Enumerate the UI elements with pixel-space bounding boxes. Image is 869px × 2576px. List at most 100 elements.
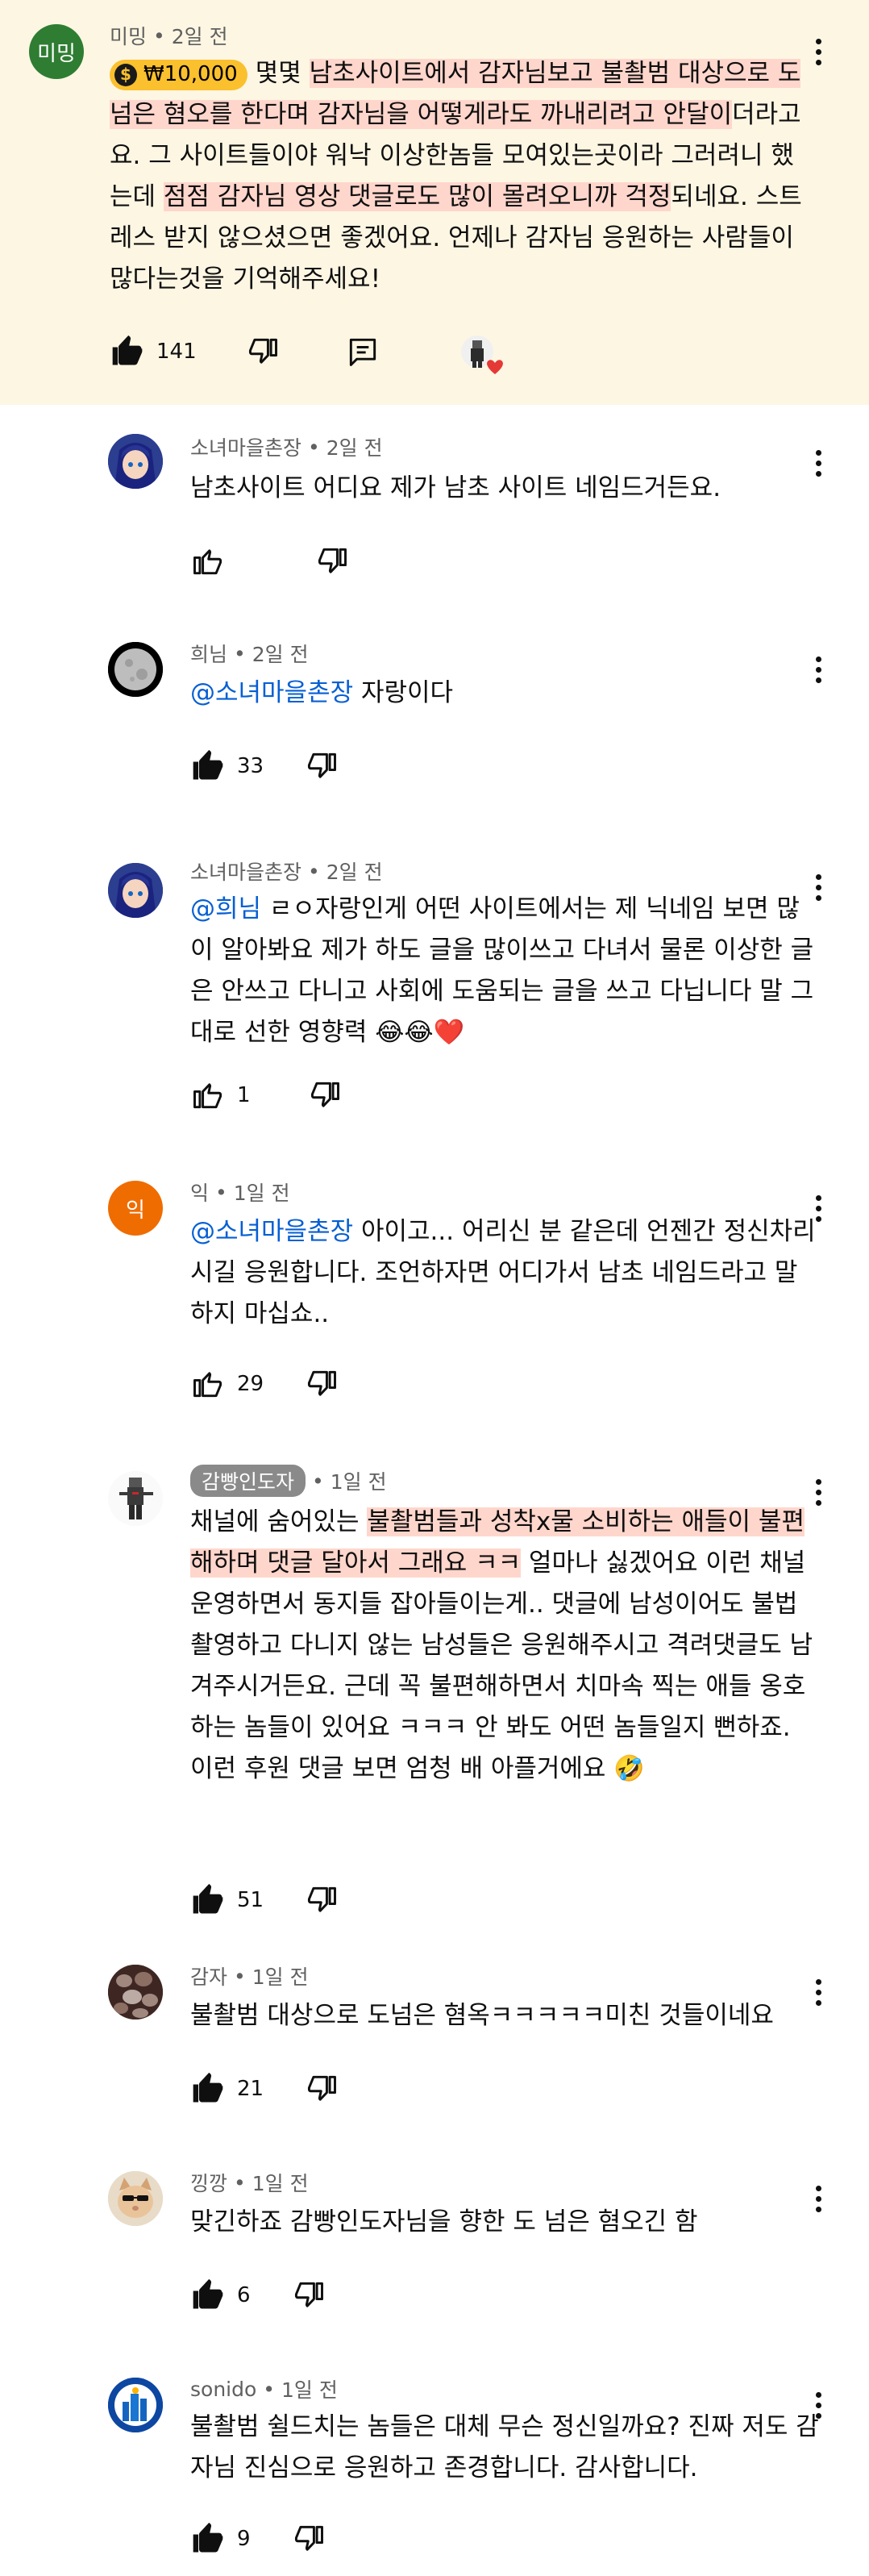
comment-text: $ ₩10,000 몇몇 남초사이트에서 감자님보고 불촬범 대상으로 도 넘은 혐…: [110, 53, 803, 300]
comment-meta: 감빵인도자 • 1일 전: [190, 1465, 387, 1497]
timestamp[interactable]: 1일 전: [234, 1178, 290, 1207]
comment-text: 채널에 숨어있는 불촬범들과 성착x물 소비하는 애들이 불편해하며 댓글 달아…: [190, 1502, 819, 1790]
avatar-initials: 미밍: [37, 41, 76, 66]
avatar[interactable]: [108, 1471, 163, 1526]
separator-dot: •: [308, 859, 320, 883]
like-button[interactable]: 141: [110, 334, 197, 369]
timestamp[interactable]: 2일 전: [172, 21, 228, 50]
dislike-button[interactable]: [314, 544, 350, 579]
timestamp[interactable]: 1일 전: [281, 2374, 338, 2403]
dislike-button[interactable]: [291, 2521, 326, 2557]
like-button[interactable]: 21: [190, 2071, 264, 2107]
thumbs-down-icon: [307, 1078, 343, 1113]
donation-amount: ₩10,000: [143, 62, 238, 86]
comment-meta: sonido • 1일 전: [190, 2374, 338, 2403]
separator-dot: •: [263, 2377, 276, 2401]
author-name[interactable]: 감자: [190, 1961, 227, 1990]
dislike-button[interactable]: [245, 334, 281, 369]
dislike-button[interactable]: [304, 1366, 339, 1402]
creator-name-badge[interactable]: 감빵인도자: [190, 1465, 306, 1497]
dislike-button[interactable]: [304, 2071, 339, 2107]
comment-actions: 9: [190, 2521, 326, 2557]
potato-avatar-icon: [108, 1965, 163, 2020]
comment-meta: 미밍 • 2일 전: [110, 21, 228, 50]
like-count: 29: [237, 1372, 264, 1396]
mention-link[interactable]: @희님: [190, 894, 261, 923]
like-button[interactable]: 6: [190, 2278, 251, 2313]
comment-icon: [345, 334, 380, 369]
author-name[interactable]: 소녀마을촌장: [190, 857, 301, 886]
like-button[interactable]: 51: [190, 1882, 264, 1918]
avatar[interactable]: 미밍: [29, 24, 84, 79]
city-avatar-icon: [108, 2378, 163, 2432]
like-button[interactable]: 1: [190, 1078, 251, 1113]
mention-link[interactable]: @소녀마을촌장: [190, 678, 353, 707]
dislike-button[interactable]: [307, 1078, 343, 1113]
reply-button[interactable]: [345, 334, 380, 369]
dislike-button[interactable]: [304, 1882, 339, 1918]
text-span: 얼마나 싫겠어요 이런 채널 운영하면서 동지들 잡아들이는게.. 댓글에 남성…: [190, 1549, 813, 1783]
thumbs-up-icon: [190, 2278, 226, 2313]
like-button[interactable]: 29: [190, 1366, 264, 1402]
author-name[interactable]: 소녀마을촌장: [190, 432, 301, 461]
dislike-button[interactable]: [304, 748, 339, 784]
thumbs-up-icon: [190, 2071, 226, 2107]
soldier-avatar-icon: [108, 1471, 163, 1526]
highlighted-comment: 미밍 미밍 • 2일 전 $ ₩10,000 몇몇 남초사이트에서 감자님보고 불촬…: [0, 0, 869, 405]
like-button[interactable]: [190, 544, 226, 579]
like-button[interactable]: 33: [190, 748, 264, 784]
thumbs-down-icon: [245, 334, 281, 369]
thumbs-down-icon: [304, 1882, 339, 1918]
separator-dot: •: [234, 641, 246, 665]
avatar[interactable]: [108, 1965, 163, 2020]
timestamp[interactable]: 1일 전: [331, 1466, 387, 1495]
avatar[interactable]: [108, 642, 163, 697]
avatar[interactable]: [108, 2171, 163, 2226]
author-name[interactable]: 희님: [190, 639, 227, 668]
avatar[interactable]: [108, 2378, 163, 2432]
text-span: 몇몇: [255, 59, 310, 88]
like-count: 33: [237, 754, 264, 778]
creator-avatar-icon: [461, 336, 503, 374]
comment-actions: [190, 544, 350, 579]
thumbs-down-icon: [304, 2071, 339, 2107]
separator-dot: •: [153, 23, 165, 48]
dollar-coin-icon: $: [114, 63, 137, 86]
more-options-button[interactable]: [802, 27, 834, 76]
author-name[interactable]: 미밍: [110, 21, 147, 50]
separator-dot: •: [312, 1469, 324, 1493]
avatar[interactable]: 익: [108, 1181, 163, 1236]
timestamp[interactable]: 2일 전: [326, 857, 383, 886]
avatar-initials: 익: [126, 1198, 145, 1223]
comment-actions: 21: [190, 2071, 339, 2107]
separator-dot: •: [215, 1180, 227, 1204]
author-name[interactable]: sonido: [190, 2378, 256, 2401]
timestamp[interactable]: 1일 전: [252, 1961, 309, 1990]
mention-link[interactable]: @소녀마을촌장: [190, 1217, 353, 1246]
author-name[interactable]: 익: [190, 1178, 209, 1207]
author-name[interactable]: 낑깡: [190, 2168, 227, 2197]
separator-dot: •: [308, 435, 320, 459]
timestamp[interactable]: 2일 전: [326, 432, 383, 461]
text-span: 자랑이다: [353, 678, 454, 707]
cat-avatar-icon: [108, 2171, 163, 2226]
thumbs-down-icon: [304, 748, 339, 784]
comment-actions: 33: [190, 748, 339, 784]
moon-avatar-icon: [108, 642, 163, 697]
thumbs-up-icon: [190, 1882, 226, 1918]
comment-actions: 1: [190, 1078, 343, 1113]
thumbs-up-icon: [190, 544, 226, 579]
comment-actions: 141: [110, 334, 380, 369]
thumbs-down-icon: [314, 544, 350, 579]
comment-actions: 51: [190, 1882, 339, 1918]
thumbs-up-icon: [190, 1078, 226, 1113]
dislike-button[interactable]: [291, 2278, 326, 2313]
avatar[interactable]: [108, 434, 163, 489]
separator-dot: •: [234, 2170, 246, 2195]
timestamp[interactable]: 2일 전: [252, 639, 309, 668]
avatar[interactable]: [108, 863, 163, 918]
timestamp[interactable]: 1일 전: [252, 2168, 309, 2197]
comment-meta: 낑깡 • 1일 전: [190, 2168, 309, 2197]
anime-avatar-icon: [108, 434, 163, 489]
like-button[interactable]: 9: [190, 2521, 251, 2557]
